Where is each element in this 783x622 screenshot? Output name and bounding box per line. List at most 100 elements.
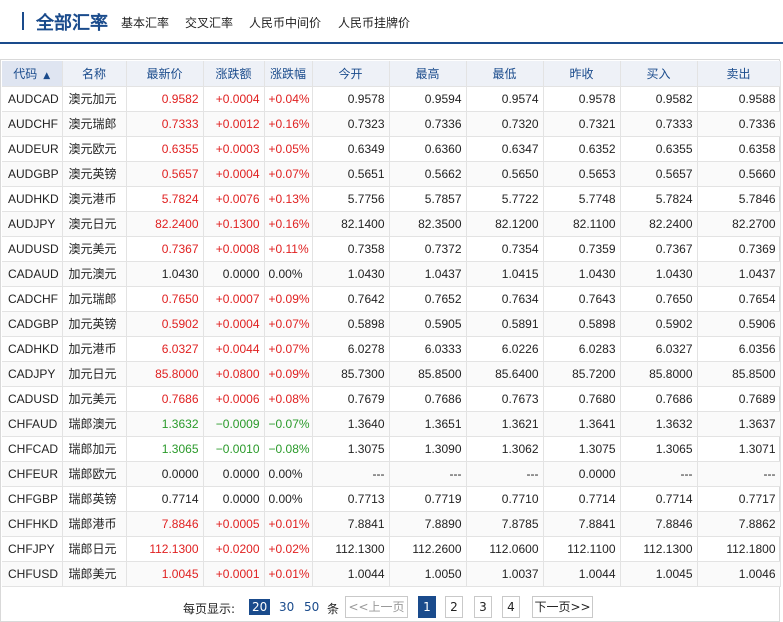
cell-code[interactable]: CADHKD bbox=[2, 336, 63, 362]
table-row[interactable]: AUDUSD 澳元美元 0.7367 +0.0008 +0.11% 0.7358 0.737… bbox=[2, 236, 781, 262]
cell-open: 82.1400 bbox=[312, 211, 390, 237]
title-accent-bar bbox=[22, 12, 24, 30]
cell-low: 1.3621 bbox=[466, 411, 544, 437]
cell-ask: 112.1800 bbox=[697, 536, 781, 562]
cell-ask: 0.7654 bbox=[697, 286, 781, 312]
cell-open: 1.0044 bbox=[312, 561, 390, 587]
table-row[interactable]: CADAUD 加元澳元 1.0430 0.0000 0.00% 1.0430 1.0437 1… bbox=[2, 261, 781, 287]
pagination: 每页显示: 20 30 50 条 <<上一页 1 2 3 4 下一页>> bbox=[0, 596, 783, 618]
table-row[interactable]: CADUSD 加元美元 0.7686 +0.0006 +0.08% 0.7679 0.768… bbox=[2, 386, 781, 412]
table-row[interactable]: AUDEUR 澳元欧元 0.6355 +0.0003 +0.05% 0.6349 0.636… bbox=[2, 136, 781, 162]
table-row[interactable]: CHFHKD 瑞郎港币 7.8846 +0.0005 +0.01% 7.8841 7.889… bbox=[2, 511, 781, 537]
cell-code[interactable]: AUDJPY bbox=[2, 211, 63, 237]
column-header-change[interactable]: 涨跌额 bbox=[203, 61, 265, 87]
cell-code[interactable]: CADUSD bbox=[2, 386, 63, 412]
column-header-label: 买入 bbox=[646, 66, 671, 81]
nav-link-cross-rates[interactable]: 交叉汇率 bbox=[185, 14, 233, 31]
cell-latest: 1.0430 bbox=[126, 261, 204, 287]
cell-high: 1.0437 bbox=[389, 261, 467, 287]
table-row[interactable]: AUDCHF 澳元瑞郎 0.7333 +0.0012 +0.16% 0.7323 0.733… bbox=[2, 111, 781, 137]
table-row[interactable]: AUDJPY 澳元日元 82.2400 +0.1300 +0.16% 82.1400 82.… bbox=[2, 211, 781, 237]
cell-open: 7.8841 bbox=[312, 511, 390, 537]
table-row[interactable]: CHFGBP 瑞郎英镑 0.7714 0.0000 0.00% 0.7713 0.7719 0… bbox=[2, 486, 781, 512]
column-header-change-pct[interactable]: 涨跌幅 bbox=[264, 61, 313, 87]
cell-code[interactable]: CHFGBP bbox=[2, 486, 63, 512]
cell-bid: --- bbox=[620, 461, 698, 487]
column-header-latest[interactable]: 最新价 bbox=[126, 61, 204, 87]
cell-prev-close: 1.3075 bbox=[543, 436, 621, 462]
table-row[interactable]: CADJPY 加元日元 85.8000 +0.0800 +0.09% 85.7300 85.… bbox=[2, 361, 781, 387]
table-row[interactable]: CADCHF 加元瑞郎 0.7650 +0.0007 +0.09% 0.7642 0.765… bbox=[2, 286, 781, 312]
next-page-button[interactable]: 下一页>> bbox=[532, 596, 593, 618]
cell-name: 加元澳元 bbox=[62, 261, 127, 287]
cell-open: 0.5898 bbox=[312, 311, 390, 337]
column-header-label: 昨收 bbox=[569, 66, 594, 81]
cell-code[interactable]: CADGBP bbox=[2, 311, 63, 337]
table-row[interactable]: CADGBP 加元英镑 0.5902 +0.0004 +0.07% 0.5898 0.590… bbox=[2, 311, 781, 337]
table-row[interactable]: AUDHKD 澳元港币 5.7824 +0.0076 +0.13% 5.7756 5.785… bbox=[2, 186, 781, 212]
per-page-30[interactable]: 30 bbox=[279, 600, 294, 614]
column-header-code[interactable]: 代码 ▲ bbox=[2, 61, 63, 87]
cell-name: 瑞郎欧元 bbox=[62, 461, 127, 487]
page-3-button[interactable]: 3 bbox=[474, 596, 492, 618]
prev-page-button[interactable]: <<上一页 bbox=[345, 596, 408, 618]
per-page-20[interactable]: 20 bbox=[249, 599, 271, 615]
column-header-prev-close[interactable]: 昨收 bbox=[543, 61, 621, 87]
cell-prev-close: 0.0000 bbox=[543, 461, 621, 487]
cell-code[interactable]: AUDGBP bbox=[2, 161, 63, 187]
table-row[interactable]: CHFJPY 瑞郎日元 112.1300 +0.0200 +0.02% 112.1300 1… bbox=[2, 536, 781, 562]
page-4-button[interactable]: 4 bbox=[502, 596, 520, 618]
cell-low: 1.0415 bbox=[466, 261, 544, 287]
per-page-unit: 条 bbox=[327, 602, 340, 616]
table-row[interactable]: CHFAUD 瑞郎澳元 1.3632 −0.0009 −0.07% 1.3640 1.365… bbox=[2, 411, 781, 437]
cell-prev-close: 85.7200 bbox=[543, 361, 621, 387]
cell-code[interactable]: CHFEUR bbox=[2, 461, 63, 487]
cell-code[interactable]: CHFJPY bbox=[2, 536, 63, 562]
cell-prev-close: 0.6352 bbox=[543, 136, 621, 162]
cell-bid: 0.6355 bbox=[620, 136, 698, 162]
column-header-high[interactable]: 最高 bbox=[389, 61, 467, 87]
cell-code[interactable]: CHFUSD bbox=[2, 561, 63, 587]
cell-latest: 0.9582 bbox=[126, 86, 204, 112]
cell-code[interactable]: CHFCAD bbox=[2, 436, 63, 462]
column-header-name[interactable]: 名称 bbox=[62, 61, 127, 87]
column-header-bid[interactable]: 买入 bbox=[620, 61, 698, 87]
cell-change: +0.0012 bbox=[203, 111, 265, 137]
cell-change: −0.0010 bbox=[203, 436, 265, 462]
nav-link-basic-rates[interactable]: 基本汇率 bbox=[121, 14, 169, 31]
cell-latest: 1.3632 bbox=[126, 411, 204, 437]
cell-name: 澳元瑞郎 bbox=[62, 111, 127, 137]
table-row[interactable]: CHFUSD 瑞郎美元 1.0045 +0.0001 +0.01% 1.0044 1.005… bbox=[2, 561, 781, 587]
cell-latest: 0.7714 bbox=[126, 486, 204, 512]
cell-code[interactable]: AUDHKD bbox=[2, 186, 63, 212]
cell-change-pct: 0.00% bbox=[264, 461, 313, 487]
per-page-50[interactable]: 50 bbox=[304, 600, 319, 614]
column-header-ask[interactable]: 卖出 bbox=[697, 61, 781, 87]
column-header-low[interactable]: 最低 bbox=[466, 61, 544, 87]
cell-code[interactable]: AUDCAD bbox=[2, 86, 63, 112]
cell-code[interactable]: AUDEUR bbox=[2, 136, 63, 162]
nav-link-rmb-central-parity[interactable]: 人民币中间价 bbox=[249, 14, 321, 31]
cell-ask: 0.6358 bbox=[697, 136, 781, 162]
cell-high: 82.3500 bbox=[389, 211, 467, 237]
cell-name: 加元港币 bbox=[62, 336, 127, 362]
cell-latest: 6.0327 bbox=[126, 336, 204, 362]
nav-link-rmb-listed-price[interactable]: 人民币挂牌价 bbox=[338, 14, 410, 31]
table-row[interactable]: CHFCAD 瑞郎加元 1.3065 −0.0010 −0.08% 1.3075 1.309… bbox=[2, 436, 781, 462]
cell-latest: 1.3065 bbox=[126, 436, 204, 462]
cell-ask: 0.7717 bbox=[697, 486, 781, 512]
page-1-button[interactable]: 1 bbox=[418, 596, 436, 618]
cell-code[interactable]: CADJPY bbox=[2, 361, 63, 387]
cell-code[interactable]: CHFAUD bbox=[2, 411, 63, 437]
cell-code[interactable]: AUDCHF bbox=[2, 111, 63, 137]
cell-code[interactable]: AUDUSD bbox=[2, 236, 63, 262]
cell-code[interactable]: CADAUD bbox=[2, 261, 63, 287]
table-row[interactable]: CHFEUR 瑞郎欧元 0.0000 0.0000 0.00% --- --- --- 0.00… bbox=[2, 461, 781, 487]
page-2-button[interactable]: 2 bbox=[445, 596, 463, 618]
table-row[interactable]: AUDGBP 澳元英镑 0.5657 +0.0004 +0.07% 0.5651 0.566… bbox=[2, 161, 781, 187]
table-row[interactable]: AUDCAD 澳元加元 0.9582 +0.0004 +0.04% 0.9578 0.959… bbox=[2, 86, 781, 112]
column-header-open[interactable]: 今开 bbox=[312, 61, 390, 87]
cell-code[interactable]: CADCHF bbox=[2, 286, 63, 312]
cell-code[interactable]: CHFHKD bbox=[2, 511, 63, 537]
table-row[interactable]: CADHKD 加元港币 6.0327 +0.0044 +0.07% 6.0278 6.033… bbox=[2, 336, 781, 362]
